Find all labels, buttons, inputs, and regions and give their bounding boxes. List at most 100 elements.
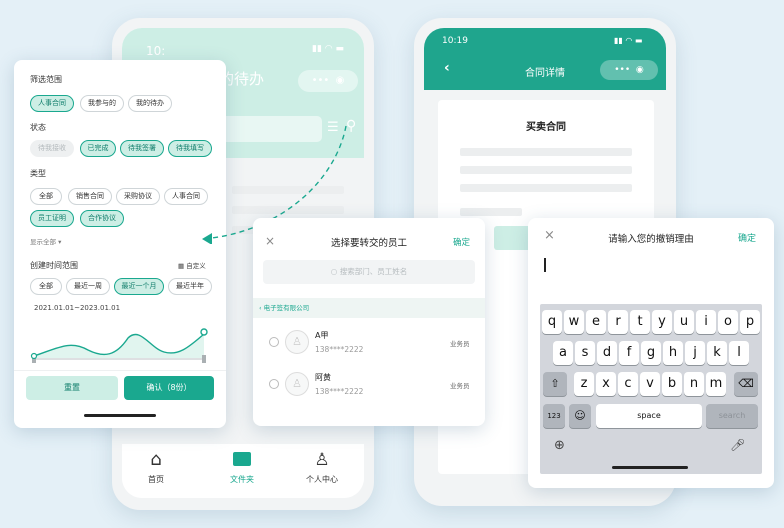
transfer-panel: × 选择要转交的员工 确定 ○ 搜索部门、员工姓名 ‹ 电子签有限公司 ♙ A甲… (253, 218, 485, 426)
confirm-filter-button[interactable]: 确认（8份） (124, 376, 214, 400)
key-f[interactable]: f (619, 341, 639, 365)
show-all-label: 显示全部 (30, 238, 56, 246)
employee-phone: 138****2222 (315, 345, 364, 354)
key-d[interactable]: d (597, 341, 617, 365)
avatar: ♙ (285, 372, 309, 396)
search-key[interactable]: search (706, 404, 758, 428)
shift-key[interactable]: ⇧ (543, 372, 567, 396)
revoke-panel: × 请输入您的撤销理由 确定 qwertyuiop asdfghjkl zxcv… (528, 218, 774, 488)
scope-title: 筛选范围 (30, 75, 62, 84)
key-r[interactable]: r (608, 310, 628, 334)
key-i[interactable]: i (696, 310, 716, 334)
key-m[interactable]: m (706, 372, 726, 396)
employee-search-input[interactable]: ○ 搜索部门、员工姓名 (263, 260, 475, 284)
keyboard: qwertyuiop asdfghjkl zxcvbnm ⇧ ⌫ 123 ☺ s… (540, 304, 762, 474)
home-indicator (84, 414, 156, 417)
backspace-key[interactable]: ⌫ (734, 372, 758, 396)
key-b[interactable]: b (662, 372, 682, 396)
custom-label: 自定义 (186, 262, 206, 270)
date-range: 2021.01.01~2023.01.01 (34, 304, 121, 312)
key-g[interactable]: g (641, 341, 661, 365)
time-chip-month[interactable]: 最近一个月 (114, 278, 164, 295)
department-breadcrumb[interactable]: ‹ 电子签有限公司 (253, 298, 485, 318)
search-icon: ○ (330, 267, 338, 276)
document-title: 买卖合同 (526, 122, 566, 133)
key-s[interactable]: s (575, 341, 595, 365)
space-key[interactable]: space (596, 404, 702, 428)
globe-icon[interactable]: ⊕ (554, 438, 565, 453)
nav-profile-label: 个人中心 (306, 475, 338, 484)
time-range-slider[interactable] (28, 318, 214, 366)
reset-button[interactable]: 重置 (26, 376, 118, 400)
numbers-key[interactable]: 123 (543, 404, 565, 428)
custom-range-button[interactable]: ▦ 自定义 (178, 260, 206, 270)
employee-radio[interactable] (269, 379, 279, 389)
key-z[interactable]: z (574, 372, 594, 396)
employee-role: 业务员 (450, 382, 470, 390)
key-x[interactable]: x (596, 372, 616, 396)
transfer-confirm-button[interactable]: 确定 (453, 236, 470, 248)
key-q[interactable]: q (542, 310, 562, 334)
status-chip-done[interactable]: 已完成 (80, 140, 116, 157)
type-chip-sales[interactable]: 销售合同 (68, 188, 112, 205)
key-w[interactable]: w (564, 310, 584, 334)
avatar: ♙ (285, 330, 309, 354)
key-y[interactable]: y (652, 310, 672, 334)
capsule-button-2[interactable]: ••• ◉ (600, 60, 658, 80)
type-chip-coop[interactable]: 合作协议 (80, 210, 124, 227)
key-c[interactable]: c (618, 372, 638, 396)
key-u[interactable]: u (674, 310, 694, 334)
time-chip-all[interactable]: 全部 (30, 278, 62, 295)
status-title: 状态 (30, 123, 46, 132)
employee-row[interactable]: ♙ 阿黄 138****2222 业务员 (253, 366, 485, 408)
emoji-icon[interactable]: ☺ (569, 404, 591, 428)
bottom-nav: ⌂ 首页 文件夹 ♙ 个人中心 (122, 444, 364, 498)
filter-panel: 筛选范围 人事合同 我参与的 我的待办 状态 待我接收 已完成 待我签署 待我填… (14, 60, 226, 428)
nav-folder[interactable]: 文件夹 (222, 450, 262, 485)
filter-footer (14, 370, 226, 371)
show-all-link[interactable]: 显示全部 ▾ (30, 236, 61, 246)
key-o[interactable]: o (718, 310, 738, 334)
key-a[interactable]: a (553, 341, 573, 365)
key-t[interactable]: t (630, 310, 650, 334)
key-e[interactable]: e (586, 310, 606, 334)
type-chip-proof[interactable]: 员工证明 (30, 210, 74, 227)
status-icons-2: ▮▮ ◠ ▬ (614, 36, 643, 45)
transfer-title: 选择要转交的员工 (330, 238, 407, 249)
key-k[interactable]: k (707, 341, 727, 365)
time-chip-halfyear[interactable]: 最近半年 (168, 278, 212, 295)
scope-chip-involved[interactable]: 我参与的 (80, 95, 124, 112)
calendar-icon: ▦ (178, 262, 185, 270)
scope-chip-hr[interactable]: 人事合同 (30, 95, 74, 112)
time-title: 创建时间范围 (30, 261, 78, 270)
revoke-confirm-button[interactable]: 确定 (738, 231, 756, 244)
time-chip-week[interactable]: 最近一周 (66, 278, 110, 295)
key-v[interactable]: v (640, 372, 660, 396)
department-name: 电子签有限公司 (263, 304, 310, 312)
type-chip-purchase[interactable]: 采购协议 (116, 188, 160, 205)
employee-role: 业务员 (450, 340, 470, 348)
status-chip-sign[interactable]: 待我签署 (120, 140, 164, 157)
key-h[interactable]: h (663, 341, 683, 365)
status-icons: ▮▮ ◠ ▬ (312, 44, 344, 54)
employee-row[interactable]: ♙ A甲 138****2222 业务员 (253, 322, 485, 364)
scope-chip-todo[interactable]: 我的待办 (128, 95, 172, 112)
key-p[interactable]: p (740, 310, 760, 334)
employee-radio[interactable] (269, 337, 279, 347)
nav-home[interactable]: ⌂ 首页 (136, 450, 176, 485)
status-time: 10: (146, 44, 166, 58)
key-j[interactable]: j (685, 341, 705, 365)
reason-input[interactable] (544, 258, 760, 298)
type-chip-all[interactable]: 全部 (30, 188, 62, 205)
nav-home-label: 首页 (148, 475, 164, 484)
search-placeholder: 搜索部门、员工姓名 (339, 267, 408, 276)
nav-profile[interactable]: ♙ 个人中心 (300, 450, 344, 485)
key-l[interactable]: l (729, 341, 749, 365)
home-icon: ⌂ (150, 449, 162, 470)
status-chip-receive: 待我接收 (30, 140, 74, 157)
user-icon: ♙ (314, 450, 330, 470)
employee-name: A甲 (315, 331, 329, 340)
mic-icon[interactable]: 🎤︎ (730, 438, 745, 452)
capsule-button[interactable]: ••• ◉ (298, 70, 358, 92)
key-n[interactable]: n (684, 372, 704, 396)
